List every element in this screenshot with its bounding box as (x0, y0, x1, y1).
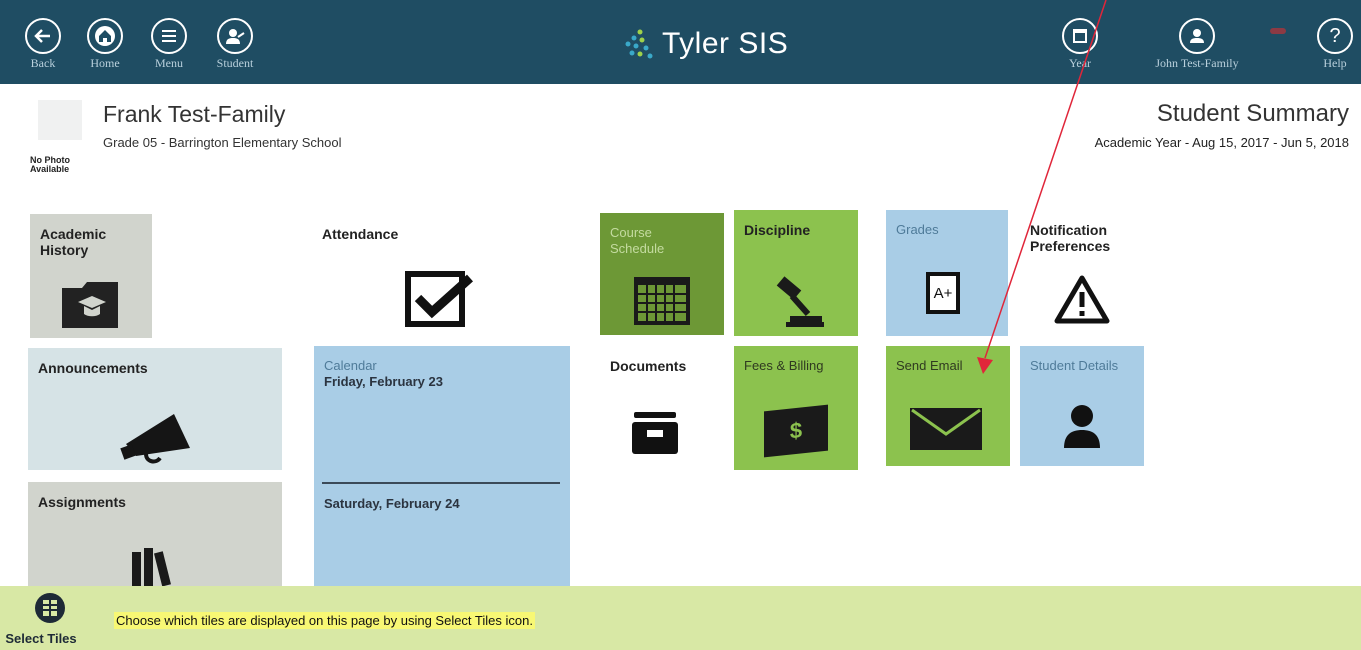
envelope-icon (910, 408, 982, 450)
student-name: Frank Test-Family (103, 101, 286, 127)
calendar-divider (322, 482, 560, 484)
schedule-grid-icon (634, 277, 690, 325)
tile-discipline-label: Discipline (744, 222, 811, 238)
home-icon (87, 18, 123, 54)
user-name-label: John Test-Family (1155, 56, 1239, 70)
tile-fees-billing-label: Fees & Billing (744, 358, 824, 373)
help-icon: ? (1317, 18, 1353, 54)
person-icon (1064, 405, 1100, 448)
folder-graduation-icon (62, 282, 118, 328)
tile-assignments-label: Assignments (38, 494, 126, 510)
tile-attendance[interactable]: Attendance (312, 214, 568, 338)
select-tiles-hint: Choose which tiles are displayed on this… (114, 612, 535, 629)
books-icon (132, 548, 171, 586)
tile-grades-label: Grades (896, 222, 939, 237)
year-label: Year (1068, 56, 1092, 70)
tile-documents-label: Documents (610, 358, 687, 374)
tile-announcements[interactable]: Announcements (28, 348, 282, 470)
gavel-icon (776, 276, 824, 327)
help-label: Help (1323, 56, 1347, 70)
menu-button[interactable]: Menu (139, 18, 199, 71)
logout-icon[interactable] (1270, 28, 1286, 34)
tile-documents[interactable]: Documents (600, 346, 724, 470)
tile-attendance-label: Attendance (322, 226, 399, 242)
student-button[interactable]: Student (205, 18, 265, 71)
tile-assignments[interactable]: Assignments (28, 482, 282, 586)
year-button[interactable]: Year (1050, 18, 1110, 71)
checkbox-checked-icon (405, 271, 474, 327)
warning-triangle-icon (1054, 275, 1110, 324)
tile-course-schedule[interactable]: Course Schedule (600, 213, 724, 335)
help-button[interactable]: ? Help (1305, 18, 1361, 71)
back-button[interactable]: Back (13, 18, 73, 71)
student-photo-placeholder: No Photo Available (30, 100, 90, 182)
calendar-day-saturday: Saturday, February 24 (324, 496, 460, 511)
no-photo-text-2: Available (30, 164, 70, 174)
select-tiles-label: Select Tiles (5, 631, 77, 646)
academic-year: Academic Year - Aug 15, 2017 - Jun 5, 20… (1094, 135, 1349, 150)
home-button[interactable]: Home (75, 18, 135, 71)
menu-list-icon (151, 18, 187, 54)
tile-grades[interactable]: Grades A+ (886, 210, 1008, 336)
back-label: Back (30, 56, 56, 70)
user-icon (1179, 18, 1215, 54)
calendar-day-friday: Friday, February 23 (324, 374, 443, 389)
app-title: Tyler SIS (662, 27, 789, 60)
tile-discipline[interactable]: Discipline (734, 210, 858, 336)
student-grade-school: Grade 05 - Barrington Elementary School (103, 135, 342, 150)
tyler-sis-logo: Tyler SIS (620, 24, 788, 64)
select-tiles-icon (35, 593, 65, 623)
file-cabinet-icon (632, 412, 678, 454)
money-bill-icon-text: $ (789, 417, 803, 444)
tile-academic-history-label: Academic History (40, 226, 107, 258)
tile-send-email-label: Send Email (896, 358, 963, 373)
select-tiles-button[interactable]: Select Tiles (5, 592, 80, 646)
tile-student-details-label: Student Details (1030, 358, 1119, 373)
tile-student-details[interactable]: Student Details (1020, 346, 1144, 466)
tile-notification-preferences-label: Notification Preferences (1030, 222, 1111, 254)
tile-academic-history[interactable]: Academic History (30, 214, 152, 338)
tile-fees-billing[interactable]: Fees & Billing $ (734, 346, 858, 470)
tile-announcements-label: Announcements (38, 360, 148, 376)
tile-calendar[interactable]: Calendar Friday, February 23 Saturday, F… (314, 346, 570, 586)
page-title: Student Summary (1156, 100, 1349, 127)
grade-report-icon-text: A+ (933, 284, 953, 302)
tyler-logo-icon (625, 29, 653, 59)
tile-notification-preferences[interactable]: Notification Preferences (1020, 210, 1146, 336)
tile-calendar-label: Calendar (324, 358, 377, 373)
money-bill-icon: $ (764, 404, 828, 458)
menu-label: Menu (155, 56, 183, 70)
student-label: Student (216, 56, 254, 70)
megaphone-icon (120, 414, 190, 464)
tile-send-email[interactable]: Send Email (886, 346, 1010, 466)
calendar-icon (1062, 18, 1098, 54)
top-navigation-bar: Back Home Menu Student Tyler SIS Year Jo… (0, 0, 1361, 84)
home-label: Home (90, 56, 120, 70)
student-icon (217, 18, 253, 54)
grade-report-icon: A+ (926, 272, 960, 314)
back-arrow-icon (25, 18, 61, 54)
user-account-button[interactable]: John Test-Family (1142, 18, 1252, 71)
tile-course-schedule-label: Course Schedule (610, 225, 665, 256)
